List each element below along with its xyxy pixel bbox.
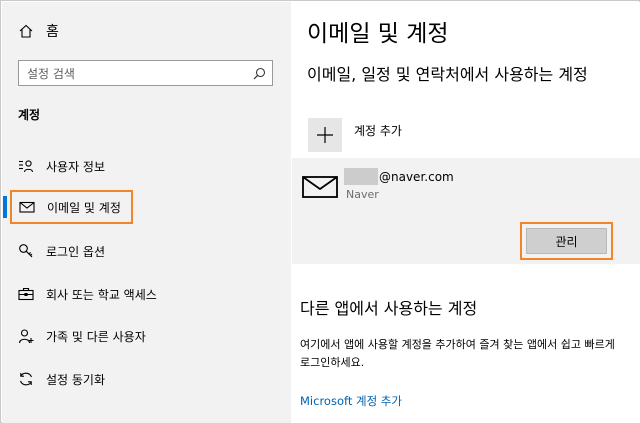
page-title: 이메일 및 계정 [307, 21, 449, 47]
add-account-label: 계정 추가 [354, 124, 402, 138]
sync-icon [19, 372, 33, 386]
mail-icon [19, 201, 35, 213]
highlight-outline: 관리 [520, 222, 613, 260]
sidebar-item-work-school[interactable]: 회사 또는 학교 액세스 [18, 284, 157, 304]
sidebar: 홈 설정 검색 계정 사용자 정보 이메일 및 계정 로그인 옵션 회사 또는 … [2, 2, 291, 423]
active-indicator [3, 196, 7, 218]
sidebar-item-label: 사용자 정보 [46, 159, 106, 174]
add-account-button[interactable]: 계정 추가 [308, 118, 402, 152]
sidebar-item-family[interactable]: 가족 및 다른 사용자 [18, 326, 146, 346]
person-add-icon [18, 329, 34, 344]
plus-icon [317, 127, 333, 143]
settings-window: 홈 설정 검색 계정 사용자 정보 이메일 및 계정 로그인 옵션 회사 또는 … [0, 0, 640, 423]
other-apps-description: 여기에서 앱에 사용할 계정을 추가하여 즐겨 찾는 앱에서 쉽고 빠르게 로그… [300, 338, 615, 369]
sidebar-item-label: 설정 동기화 [46, 372, 106, 387]
sidebar-item-sync[interactable]: 설정 동기화 [18, 369, 105, 389]
account-email: @naver.com [379, 170, 454, 184]
main-content: 이메일 및 계정 이메일, 일정 및 연락처에서 사용하는 계정 계정 추가 @… [291, 2, 640, 423]
redacted-username [344, 168, 378, 185]
sidebar-item-label: 회사 또는 학교 액세스 [46, 287, 157, 302]
sidebar-item-user-info[interactable]: 사용자 정보 [18, 156, 105, 176]
envelope-icon [302, 176, 338, 198]
section-subheading: 이메일, 일정 및 연락처에서 사용하는 계정 [307, 65, 588, 84]
plus-tile [308, 118, 342, 152]
key-icon [19, 244, 33, 258]
sidebar-item-label: 이메일 및 계정 [47, 200, 121, 215]
briefcase-icon [18, 287, 34, 301]
other-apps-heading: 다른 앱에서 사용하는 계정 [300, 299, 478, 318]
home-icon [19, 24, 33, 38]
sidebar-item-label: 로그인 옵션 [46, 244, 106, 259]
home-nav-item[interactable]: 홈 [18, 20, 59, 42]
user-info-icon [19, 160, 34, 173]
section-title: 계정 [18, 108, 41, 122]
account-provider: Naver [346, 188, 379, 201]
search-placeholder: 설정 검색 [27, 66, 75, 81]
sidebar-item-label: 가족 및 다른 사용자 [46, 329, 146, 344]
search-input[interactable]: 설정 검색 [18, 60, 273, 86]
sidebar-item-signin-options[interactable]: 로그인 옵션 [18, 241, 105, 261]
account-card[interactable]: @naver.com Naver 관리 [292, 158, 640, 264]
home-label: 홈 [46, 24, 59, 40]
sidebar-item-email-accounts[interactable]: 이메일 및 계정 [10, 190, 133, 224]
search-icon [253, 67, 266, 79]
add-microsoft-account-link[interactable]: Microsoft 계정 추가 [300, 393, 402, 409]
manage-button[interactable]: 관리 [526, 228, 607, 254]
